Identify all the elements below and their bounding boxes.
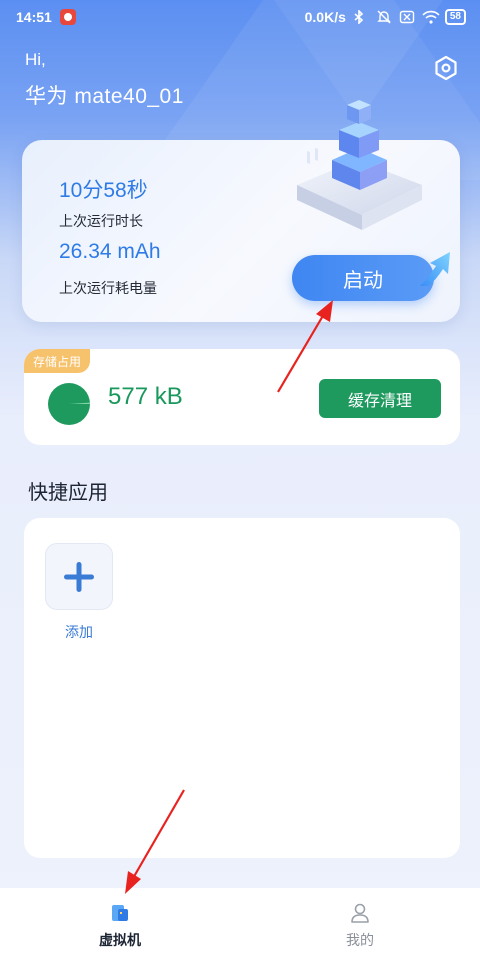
bluetooth-icon — [353, 9, 369, 25]
last-run-power-label: 上次运行耗电量 — [59, 281, 157, 297]
last-run-power: 26.34 mAh — [59, 240, 161, 263]
greeting-hi: Hi, — [25, 50, 46, 69]
nav-item-vm[interactable]: 虚拟机 — [60, 902, 180, 950]
storage-tag: 存储占用 — [24, 349, 91, 373]
device-name: 华为 mate40_01 — [25, 85, 184, 108]
person-icon — [351, 903, 369, 923]
status-bar: 14:51 0.0K/s 58 — [0, 0, 480, 34]
nav-label-vm: 虚拟机 — [99, 933, 141, 949]
start-button[interactable]: 启动 — [292, 255, 434, 301]
bottom-nav: 虚拟机 我的 — [0, 888, 480, 960]
settings-button[interactable] — [432, 54, 460, 82]
add-app-label: 添加 — [65, 625, 93, 641]
cube-illustration — [297, 100, 422, 230]
plus-icon — [64, 561, 94, 592]
storage-usage-pie — [48, 383, 90, 425]
hexagon-settings-icon — [435, 55, 457, 81]
quick-apps-title: 快捷应用 — [28, 480, 108, 504]
up-arrow-icon — [420, 252, 450, 286]
sim-off-icon — [399, 10, 415, 24]
mute-bell-icon — [376, 10, 392, 24]
battery-icon: 58 — [444, 9, 466, 25]
add-app-button[interactable] — [45, 543, 113, 610]
status-time: 14:51 — [16, 9, 52, 25]
last-run-duration-label: 上次运行时长 — [59, 214, 143, 230]
nav-label-mine: 我的 — [346, 933, 374, 949]
storage-size: 577 kB — [108, 383, 183, 410]
app-notification-icon — [59, 9, 76, 25]
storage-card: 存储占用 577 kB 缓存清理 — [24, 349, 460, 445]
nav-item-mine[interactable]: 我的 — [300, 902, 420, 950]
net-speed: 0.0K/s — [304, 9, 346, 25]
last-run-duration: 10分58秒 — [59, 179, 148, 202]
vm-icon — [112, 905, 128, 921]
cache-clean-button[interactable]: 缓存清理 — [319, 379, 441, 418]
run-card: 10分58秒 上次运行时长 26.34 mAh 上次运行耗电量 启动 — [22, 100, 460, 322]
quick-apps-panel: 添加 — [24, 518, 460, 858]
wifi-icon — [422, 10, 440, 24]
